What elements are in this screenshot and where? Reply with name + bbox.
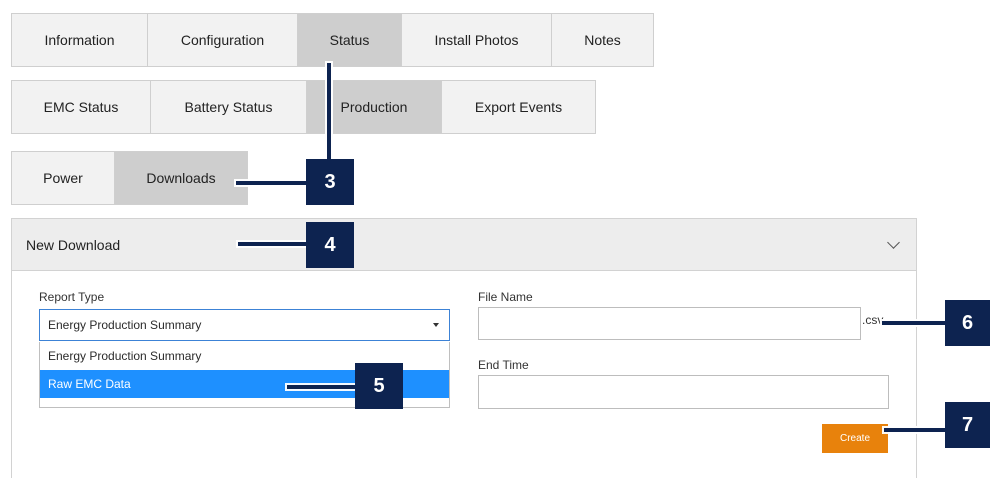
file-name-label: File Name [478,290,533,304]
end-time-label: End Time [478,358,529,372]
callout-3-leader-horizontal [236,181,308,185]
callout-3-badge: 3 [306,159,354,205]
callout-6-leader [882,321,948,325]
tab-emc-status[interactable]: EMC Status [11,80,151,134]
tab-status[interactable]: Status [297,13,402,67]
new-download-header[interactable]: New Download [12,219,916,271]
tab-install-photos[interactable]: Install Photos [401,13,552,67]
callout-4-badge: 4 [306,222,354,268]
tab-power[interactable]: Power [11,151,115,205]
tab-export-events[interactable]: Export Events [441,80,596,134]
callout-5-badge: 5 [355,363,403,409]
callout-7-badge: 7 [945,402,990,448]
status-tabs: EMC Status Battery Status Production Exp… [11,80,596,134]
callout-7-leader [884,428,948,432]
tab-battery-status[interactable]: Battery Status [150,80,307,134]
production-tabs: Power Downloads [11,151,248,205]
file-name-input[interactable] [478,307,861,340]
caret-down-icon [433,323,439,327]
panel-title: New Download [26,236,121,253]
main-tabs: Information Configuration Status Install… [11,13,654,67]
tab-information[interactable]: Information [11,13,148,67]
report-type-value: Energy Production Summary [48,318,202,332]
report-type-select[interactable]: Energy Production Summary [39,309,450,341]
end-time-input[interactable] [478,375,889,409]
callout-4-leader [238,242,308,246]
create-button[interactable]: Create [822,424,888,453]
tab-notes[interactable]: Notes [551,13,654,67]
tab-downloads[interactable]: Downloads [114,151,248,205]
chevron-down-icon[interactable] [887,235,900,249]
callout-5-leader [287,385,355,389]
report-type-label: Report Type [39,290,105,304]
callout-6-badge: 6 [945,300,990,346]
tab-configuration[interactable]: Configuration [147,13,298,67]
file-extension: .csv [862,313,884,327]
